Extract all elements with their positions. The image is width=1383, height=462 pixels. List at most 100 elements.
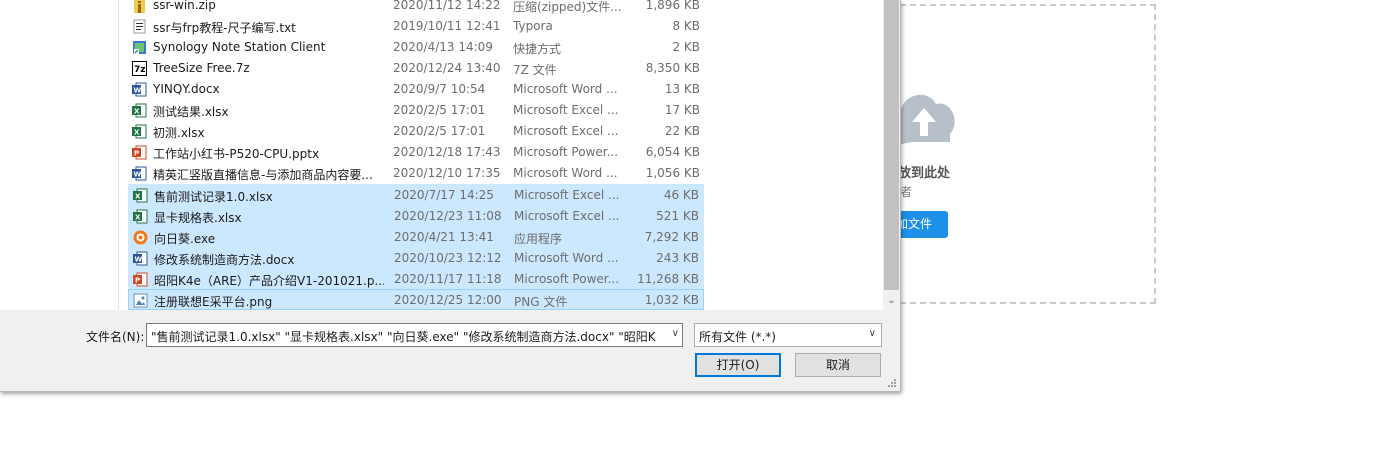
file-row[interactable]: 向日葵.exe 2020/4/21 13:41 应用程序 7,292 KB (128, 226, 704, 247)
svg-text:W: W (134, 171, 142, 179)
svg-text:W: W (134, 87, 142, 95)
file-type: Microsoft Power... (514, 272, 620, 286)
file-row[interactable]: 注册联想E采平台.png 2020/12/25 12:00 PNG 文件 1,032 … (128, 289, 704, 310)
file-size: 1,056 KB (645, 166, 700, 180)
file-row[interactable]: P 昭阳K4e（ARE）产品介绍V1-201021.p... 2020/11/17 … (128, 268, 704, 289)
file-size: 8 KB (672, 19, 700, 33)
file-row[interactable]: X 显卡规格表.xlsx 2020/12/23 11:08 Microsoft Exc… (128, 205, 704, 226)
file-name: ssr与frp教程-尺子编写.txt (153, 21, 296, 35)
svg-text:P: P (134, 150, 139, 158)
chevron-down-icon[interactable]: ∨ (869, 328, 876, 339)
upload-drop-zone[interactable] (860, 4, 1156, 304)
file-name: 测试结果.xlsx (153, 105, 229, 119)
open-button[interactable]: 打开(O) (695, 353, 781, 377)
file-type: Microsoft Excel ... (514, 188, 620, 202)
file-name: 向日葵.exe (154, 232, 216, 246)
file-size: 13 KB (664, 82, 700, 96)
file-type: Microsoft Excel ... (513, 103, 619, 117)
file-name: 精英汇竖版直播信息-与添加商品内容要... (153, 168, 373, 182)
file-type-value: 所有文件 (*.*) (699, 330, 776, 344)
file-type: Microsoft Word ... (513, 82, 618, 96)
file-row[interactable]: 7z TreeSize Free.7z 2020/12/24 13:40 7Z 文件 8… (128, 58, 704, 79)
chevron-down-icon[interactable]: ∨ (672, 328, 679, 339)
file-type: Microsoft Excel ... (513, 124, 619, 138)
text-icon (132, 19, 147, 34)
scrollbar-thumb[interactable] (884, 0, 899, 290)
file-name: 显卡规格表.xlsx (154, 211, 242, 225)
scroll-down-arrow-icon[interactable]: ⌄ (883, 292, 900, 310)
file-row[interactable]: Synology Note Station Client 2020/4/13 14… (128, 37, 704, 58)
file-date-modified: 2020/4/13 14:09 (393, 40, 493, 54)
word-icon: W (132, 82, 147, 97)
word-icon: W (133, 251, 148, 266)
svg-text:X: X (135, 193, 141, 201)
filename-input[interactable]: "售前测试记录1.0.xlsx" "显卡规格表.xlsx" "向日葵.exe" … (146, 323, 683, 347)
file-type-filter[interactable]: 所有文件 (*.*) ∨ (694, 323, 882, 347)
file-date-modified: 2020/12/10 17:35 (393, 166, 501, 180)
file-date-modified: 2020/11/12 14:22 (393, 0, 501, 12)
file-date-modified: 2020/4/21 13:41 (394, 230, 494, 244)
file-size: 2 KB (672, 40, 700, 54)
zip-icon (132, 0, 147, 13)
svg-text:X: X (135, 214, 141, 222)
svg-text:7z: 7z (134, 65, 146, 75)
file-row[interactable]: ssr与frp教程-尺子编写.txt 2019/10/11 12:41 Typora… (128, 16, 704, 37)
vertical-scrollbar[interactable]: ⌄ (883, 0, 900, 310)
file-date-modified: 2020/2/5 17:01 (393, 124, 486, 138)
cancel-button[interactable]: 取消 (795, 353, 881, 377)
file-type: 压缩(zipped)文件... (513, 0, 622, 14)
navigation-pane[interactable] (0, 0, 119, 310)
file-type: PNG 文件 (514, 295, 568, 309)
svg-text:X: X (134, 108, 140, 116)
file-type: Typora (513, 19, 553, 33)
file-type: Microsoft Power... (513, 145, 619, 159)
excel-icon: X (132, 124, 147, 139)
file-row[interactable]: W 修改系统制造商方法.docx 2020/10/23 12:12 Microsoft… (128, 247, 704, 268)
shortcut-icon (132, 40, 147, 55)
file-row[interactable]: P 工作站小红书-P520-CPU.pptx 2020/12/18 17:43 Mic… (128, 142, 704, 163)
file-row[interactable]: X 初测.xlsx 2020/2/5 17:01 Microsoft Excel ..… (128, 121, 704, 142)
filename-label: 文件名(N): (86, 330, 145, 344)
file-name: 售前测试记录1.0.xlsx (154, 190, 273, 204)
file-name: ssr-win.zip (153, 0, 216, 12)
file-name: TreeSize Free.7z (153, 61, 250, 75)
file-date-modified: 2020/7/17 14:25 (394, 188, 494, 202)
file-type: Microsoft Word ... (514, 251, 619, 265)
file-row[interactable]: ssr-win.zip 2020/11/12 14:22 压缩(zipped)文件.… (128, 0, 704, 16)
excel-icon: X (133, 209, 148, 224)
file-size: 11,268 KB (637, 272, 699, 286)
resize-grip-icon[interactable] (885, 376, 897, 388)
image-icon (133, 293, 148, 308)
file-row[interactable]: W 精英汇竖版直播信息-与添加商品内容要... 2020/12/10 17:35 Mi… (128, 163, 704, 184)
file-size: 243 KB (656, 251, 699, 265)
file-name: Synology Note Station Client (153, 40, 326, 54)
file-pane: ssr-win.zip 2020/11/12 14:22 压缩(zipped)文件.… (0, 0, 883, 310)
file-date-modified: 2020/12/24 13:40 (393, 61, 501, 75)
file-size: 8,350 KB (645, 61, 700, 75)
file-date-modified: 2019/10/11 12:41 (393, 19, 501, 33)
file-name: 昭阳K4e（ARE）产品介绍V1-201021.p... (154, 274, 384, 288)
file-date-modified: 2020/12/18 17:43 (393, 145, 501, 159)
file-type: 应用程序 (514, 232, 563, 246)
file-name: 工作站小红书-P520-CPU.pptx (153, 147, 320, 161)
file-date-modified: 2020/11/17 11:18 (394, 272, 502, 286)
powerpoint-icon: P (133, 272, 148, 287)
file-row[interactable]: X 测试结果.xlsx 2020/2/5 17:01 Microsoft Excel … (128, 100, 704, 121)
file-name: 修改系统制造商方法.docx (154, 253, 295, 267)
file-row[interactable]: W YINQY.docx 2020/9/7 10:54 Microsoft Word … (128, 79, 704, 100)
svg-text:W: W (135, 256, 143, 264)
file-date-modified: 2020/9/7 10:54 (393, 82, 486, 96)
file-date-modified: 2020/10/23 12:12 (394, 251, 502, 265)
file-size: 1,896 KB (645, 0, 700, 12)
file-name: 初测.xlsx (153, 126, 205, 140)
excel-icon: X (133, 188, 148, 203)
file-open-dialog: ssr-win.zip 2020/11/12 14:22 压缩(zipped)文件.… (0, 0, 901, 392)
svg-text:X: X (134, 129, 140, 137)
file-type: Microsoft Excel ... (514, 209, 620, 223)
file-date-modified: 2020/12/23 11:08 (394, 209, 502, 223)
file-type: 快捷方式 (513, 42, 562, 56)
powerpoint-icon: P (132, 145, 147, 160)
file-name: YINQY.docx (153, 82, 220, 96)
file-row[interactable]: X 售前测试记录1.0.xlsx 2020/7/17 14:25 Microsoft … (128, 184, 704, 205)
file-size: 17 KB (664, 103, 700, 117)
